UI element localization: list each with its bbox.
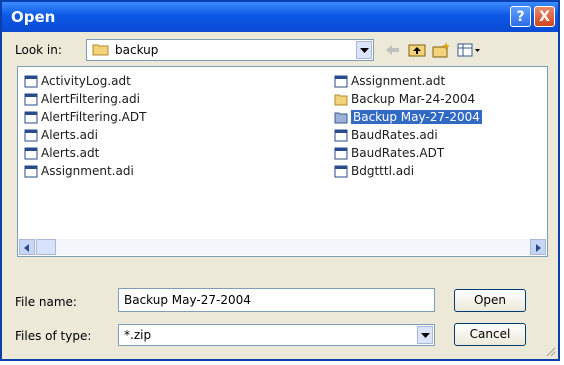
- scroll-thumb[interactable]: [36, 239, 56, 255]
- scroll-right-button[interactable]: [530, 239, 546, 255]
- file-name-label: File name:: [15, 295, 77, 309]
- views-icon: [457, 43, 480, 57]
- file-icon: [334, 75, 348, 87]
- file-icon: [334, 147, 348, 159]
- chevron-down-icon: [421, 333, 430, 338]
- file-item[interactable]: Alerts.adt: [24, 144, 99, 162]
- back-arrow-icon: [386, 45, 399, 55]
- horizontal-scrollbar[interactable]: [19, 239, 546, 255]
- file-icon: [24, 147, 38, 159]
- chevron-right-icon: [536, 244, 541, 252]
- chevron-down-icon: [360, 48, 369, 53]
- new-folder-button[interactable]: [430, 40, 452, 60]
- folder-item[interactable]: Backup Mar-24-2004: [334, 90, 475, 108]
- file-item[interactable]: Alerts.adi: [24, 126, 98, 144]
- file-type-select[interactable]: *.zip: [118, 324, 435, 346]
- up-one-level-button[interactable]: [406, 40, 428, 60]
- title-bar: Open ? X: [2, 2, 558, 32]
- folder-item-selected[interactable]: Backup May-27-2004: [334, 108, 482, 126]
- dialog-title: Open: [11, 8, 56, 26]
- file-type-label: Files of type:: [15, 329, 92, 343]
- look-in-value: backup: [115, 43, 159, 57]
- file-icon: [24, 165, 38, 177]
- file-icon: [24, 111, 38, 123]
- file-name-input[interactable]: Backup May-27-2004: [118, 288, 435, 312]
- look-in-dropdown-arrow[interactable]: [356, 41, 372, 59]
- file-name-value: Backup May-27-2004: [124, 293, 251, 307]
- resize-grip-icon[interactable]: [544, 345, 556, 357]
- folder-icon: [92, 44, 109, 56]
- back-button[interactable]: [382, 40, 404, 60]
- file-item[interactable]: BaudRates.ADT: [334, 144, 444, 162]
- file-item[interactable]: Assignment.adi: [24, 162, 134, 180]
- open-button[interactable]: Open: [454, 289, 526, 312]
- file-item[interactable]: Bdgtttl.adi: [334, 162, 414, 180]
- close-button[interactable]: X: [534, 6, 555, 27]
- file-item[interactable]: AlertFiltering.adi: [24, 90, 140, 108]
- file-item[interactable]: ActivityLog.adt: [24, 72, 131, 90]
- scroll-left-button[interactable]: [19, 239, 35, 255]
- file-icon: [24, 93, 38, 105]
- file-type-value: *.zip: [124, 328, 152, 342]
- file-icon: [24, 75, 38, 87]
- help-button[interactable]: ?: [510, 6, 531, 27]
- file-list[interactable]: ActivityLog.adt AlertFiltering.adi Alert…: [17, 66, 548, 257]
- file-item[interactable]: BaudRates.adi: [334, 126, 438, 144]
- folder-icon: [334, 112, 348, 123]
- folder-icon: [334, 94, 348, 105]
- file-icon: [24, 129, 38, 141]
- file-item[interactable]: AlertFiltering.ADT: [24, 108, 146, 126]
- file-icon: [334, 165, 348, 177]
- chevron-left-icon: [24, 244, 29, 252]
- cancel-button[interactable]: Cancel: [454, 323, 526, 346]
- look-in-combobox[interactable]: backup: [86, 39, 374, 61]
- open-dialog: Open ? X Look in: backup ActivityLog.adt…: [0, 0, 560, 361]
- file-item[interactable]: Assignment.adt: [334, 72, 445, 90]
- new-folder-icon: [432, 42, 450, 58]
- file-type-dropdown-arrow[interactable]: [417, 326, 433, 344]
- file-icon: [334, 129, 348, 141]
- views-menu-button[interactable]: [456, 40, 482, 60]
- up-folder-icon: [408, 44, 426, 57]
- look-in-label: Look in:: [15, 43, 62, 57]
